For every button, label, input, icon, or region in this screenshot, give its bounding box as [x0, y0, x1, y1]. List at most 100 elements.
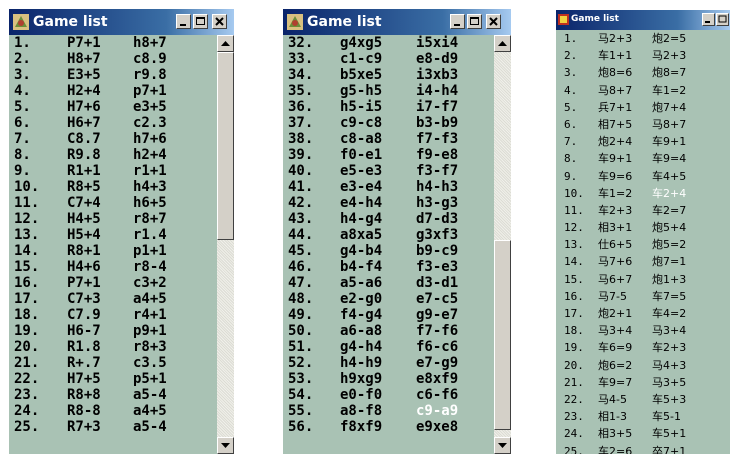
red-move: H7+5 [67, 371, 101, 387]
black-move: p7+1 [133, 83, 167, 99]
black-move: p9+1 [133, 323, 167, 339]
red-move: 炮6=2 [598, 358, 633, 372]
black-move: a5-4 [133, 419, 167, 435]
red-move: 马3+4 [598, 324, 633, 338]
scroll-up-button[interactable] [494, 35, 511, 52]
black-move: a5-4 [133, 387, 167, 403]
move-number: 17. [564, 307, 584, 320]
black-move: e8-d9 [416, 51, 459, 67]
red-move: R8+8 [67, 387, 101, 403]
black-move: r4+1 [133, 307, 167, 323]
red-move: a8-f8 [340, 403, 383, 419]
red-move: 车6=9 [598, 341, 633, 355]
red-move: 车2+3 [598, 203, 633, 217]
move-number: 25. [564, 444, 584, 454]
minimize-button[interactable] [176, 14, 191, 29]
black-move: 车5-1 [652, 410, 681, 424]
red-move: H4+6 [67, 259, 101, 275]
black-move: 车5+3 [652, 392, 687, 406]
red-move: e0-f0 [340, 387, 383, 403]
scrollbar[interactable] [217, 35, 234, 454]
scroll-down-button[interactable] [494, 437, 511, 454]
move-number: 22. [564, 392, 584, 406]
move-number: 8. [564, 152, 578, 166]
maximize-button[interactable] [193, 14, 208, 29]
black-move: h7+6 [133, 131, 167, 147]
red-move: E3+5 [67, 67, 101, 83]
black-move: r9.8 [133, 67, 167, 83]
move-number: 23. [564, 410, 584, 424]
red-move: H2+4 [67, 83, 101, 99]
title-bar[interactable]: Game list [556, 10, 730, 30]
red-move: 车9=6 [598, 169, 633, 183]
maximize-button[interactable] [716, 13, 729, 26]
move-number: 48. [288, 291, 314, 307]
scroll-thumb[interactable] [217, 52, 234, 240]
move-number: 9. [564, 169, 578, 183]
red-move: 炮2+4 [598, 135, 633, 149]
game-icon [13, 14, 29, 30]
scroll-down-button[interactable] [217, 437, 234, 454]
move-number: 1. [564, 32, 578, 45]
black-move: f3-e3 [416, 259, 459, 275]
red-move: g4xg5 [340, 35, 383, 51]
black-move: f3-f7 [416, 163, 459, 179]
red-move: a8xa5 [340, 227, 383, 243]
red-move: 相3+1 [598, 221, 633, 235]
scroll-thumb[interactable] [494, 240, 511, 430]
red-move: f0-e1 [340, 147, 383, 163]
red-move: 车9=7 [598, 375, 633, 389]
black-move: 车2=7 [652, 203, 687, 217]
black-move: f6-c6 [416, 339, 459, 355]
move-number: 24. [14, 403, 40, 419]
title-bar[interactable]: Game list [283, 9, 511, 35]
move-number: 33. [288, 51, 314, 67]
maximize-button[interactable] [467, 14, 482, 29]
game-list-window-3: Game list 1. 马2+3 炮2=5 2. 车1+1 马2+3 3. 炮8=6 炮8=7… [556, 10, 730, 454]
move-number: 21. [14, 355, 40, 371]
red-move: 仕6+5 [598, 238, 633, 252]
black-move: d7-d3 [416, 211, 459, 227]
scrollbar[interactable] [494, 35, 511, 454]
red-move: 车9+1 [598, 152, 633, 166]
red-move: h4-g4 [340, 211, 383, 227]
game-list-window-1: Game list 1. P7+1 h8+7 2. H8+7 c8.9 3. E3+5 r9.8… [9, 9, 234, 454]
move-number: 4. [564, 83, 578, 97]
red-move: h5-i5 [340, 99, 383, 115]
move-number: 16. [564, 289, 584, 303]
minimize-button[interactable] [702, 13, 715, 26]
scroll-up-button[interactable] [217, 35, 234, 52]
black-move: h6+5 [133, 195, 167, 211]
black-move: 马3+5 [652, 375, 687, 389]
red-move: 马8+7 [598, 83, 633, 97]
close-button[interactable] [212, 14, 227, 29]
black-move: 炮5=2 [652, 238, 687, 252]
minimize-button[interactable] [450, 14, 465, 29]
move-number: 6. [564, 117, 578, 131]
red-move: c9-c8 [340, 115, 383, 131]
black-move: c6-f6 [416, 387, 459, 403]
move-number: 11. [14, 195, 40, 211]
black-move: e7-c5 [416, 291, 459, 307]
move-number: 38. [288, 131, 314, 147]
red-move: H7+6 [67, 99, 101, 115]
black-move: 炮8=7 [652, 66, 687, 80]
black-move: i7-f7 [416, 99, 459, 115]
close-button[interactable] [486, 14, 501, 29]
move-number: 43. [288, 211, 314, 227]
red-move: R1+1 [67, 163, 101, 179]
black-move: a4+5 [133, 291, 167, 307]
red-move: R7+3 [67, 419, 101, 435]
move-number: 10. [14, 179, 40, 195]
red-move: f4-g4 [340, 307, 383, 323]
red-move: a6-a8 [340, 323, 383, 339]
red-move: C7+3 [67, 291, 101, 307]
title-bar[interactable]: Game list [9, 9, 234, 35]
move-number: 12. [564, 221, 584, 235]
move-number: 36. [288, 99, 314, 115]
black-move: i3xb3 [416, 67, 459, 83]
move-number: 2. [14, 51, 31, 67]
move-number: 24. [564, 427, 584, 441]
black-move: d3-d1 [416, 275, 459, 291]
black-move: 炮7=1 [652, 255, 687, 269]
